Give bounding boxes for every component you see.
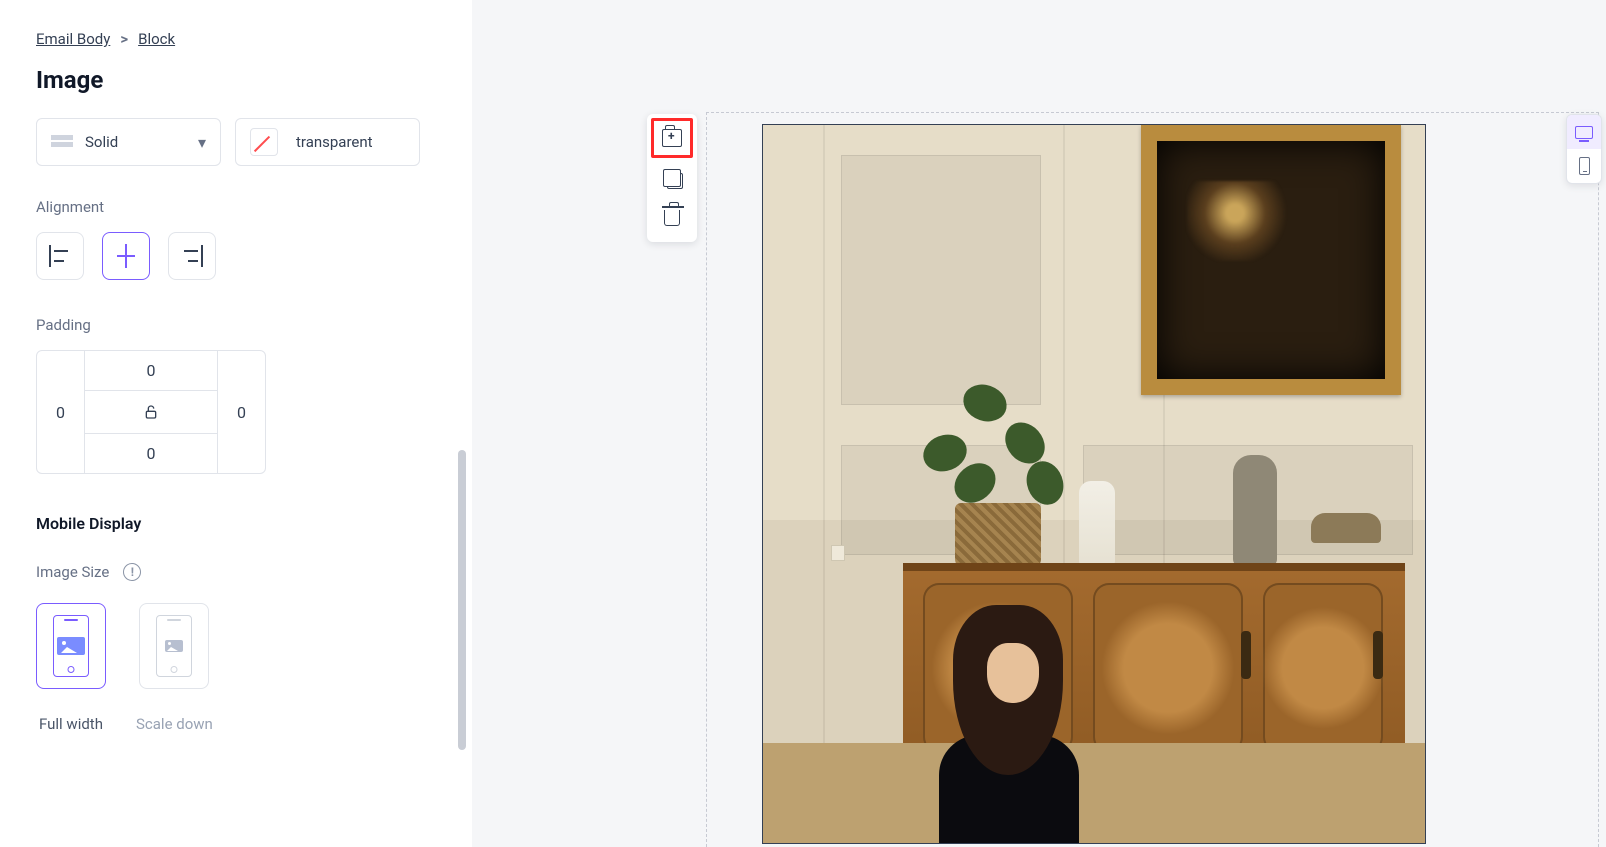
breadcrumb-separator: > xyxy=(120,30,128,48)
device-preview-toggle xyxy=(1566,114,1602,184)
padding-control: 0 0 0 0 xyxy=(36,350,266,474)
phone-icon xyxy=(156,615,192,677)
breadcrumb-root[interactable]: Email Body xyxy=(36,30,110,48)
breadcrumb-current[interactable]: Block xyxy=(138,30,175,48)
folder-plus-icon xyxy=(662,129,682,147)
device-mobile-button[interactable] xyxy=(1567,149,1601,183)
trash-icon xyxy=(664,210,680,226)
image-size-label: Image Size xyxy=(36,563,109,581)
transparent-swatch-icon xyxy=(250,128,278,156)
block-toolbar xyxy=(647,114,697,242)
padding-bottom-input[interactable]: 0 xyxy=(85,433,217,473)
image-size-scale-down-label: Scale down xyxy=(136,715,213,733)
border-style-dropdown[interactable]: Solid ▾ xyxy=(36,118,221,166)
device-desktop-button[interactable] xyxy=(1567,115,1601,149)
unlock-icon xyxy=(143,403,159,421)
align-left-icon xyxy=(49,245,71,267)
solid-style-icon xyxy=(51,135,73,149)
chevron-down-icon: ▾ xyxy=(198,133,206,152)
border-color-value: transparent xyxy=(296,133,373,151)
padding-top-input[interactable]: 0 xyxy=(85,351,217,391)
sidebar-scrollbar[interactable] xyxy=(458,450,466,750)
border-style-value: Solid xyxy=(85,133,118,151)
image-icon xyxy=(165,640,183,652)
align-right-icon xyxy=(181,245,203,267)
insert-block-button[interactable] xyxy=(651,118,693,158)
align-center-button[interactable] xyxy=(102,232,150,280)
mobile-icon xyxy=(1579,157,1590,175)
duplicate-block-button[interactable] xyxy=(651,158,693,198)
image-size-full-width-label: Full width xyxy=(39,715,103,733)
image-icon xyxy=(57,637,85,655)
align-center-icon xyxy=(115,245,137,267)
delete-block-button[interactable] xyxy=(651,198,693,238)
desktop-icon xyxy=(1575,126,1593,139)
alignment-buttons xyxy=(36,232,436,280)
image-size-full-width-button[interactable] xyxy=(36,603,106,689)
padding-label: Padding xyxy=(36,316,436,334)
padding-left-input[interactable]: 0 xyxy=(37,351,85,473)
editor-canvas xyxy=(472,0,1606,847)
panel-title: Image xyxy=(36,66,436,94)
settings-panel: Email Body > Block Image Solid ▾ transpa… xyxy=(0,0,472,847)
copy-icon xyxy=(667,173,683,189)
align-left-button[interactable] xyxy=(36,232,84,280)
align-right-button[interactable] xyxy=(168,232,216,280)
selected-image-block[interactable] xyxy=(762,124,1426,844)
image-preview xyxy=(763,125,1425,843)
padding-lock-toggle[interactable] xyxy=(85,391,217,433)
border-color-picker[interactable]: transparent xyxy=(235,118,420,166)
image-size-options: Full width Scale down xyxy=(36,603,436,733)
breadcrumb: Email Body > Block xyxy=(36,30,436,48)
mobile-display-heading: Mobile Display xyxy=(36,514,436,533)
alignment-label: Alignment xyxy=(36,198,436,216)
phone-icon xyxy=(53,615,89,677)
padding-right-input[interactable]: 0 xyxy=(217,351,265,473)
info-icon[interactable]: ! xyxy=(123,563,141,581)
image-size-scale-down-button[interactable] xyxy=(139,603,209,689)
